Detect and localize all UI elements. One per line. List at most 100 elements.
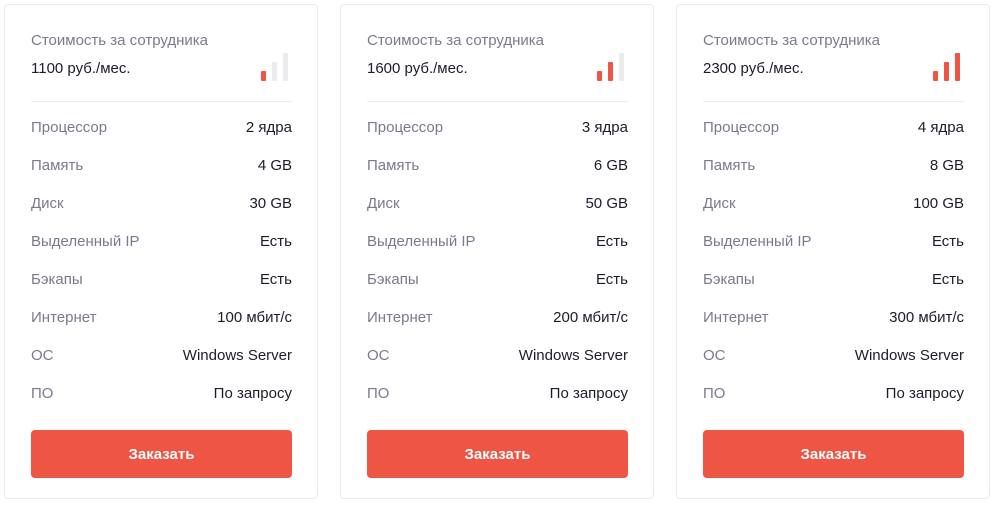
spec-value: Есть: [931, 271, 964, 288]
spec-label: Выделенный IP: [703, 233, 812, 250]
spec-value: Есть: [931, 233, 964, 250]
order-button[interactable]: Заказать: [367, 430, 628, 478]
spec-row-internet: Интернет 200 мбит/с: [367, 309, 628, 329]
spec-row-memory: Память 8 GB: [703, 157, 964, 177]
spec-row-os: ОС Windows Server: [31, 347, 292, 367]
plan-price: 2300 руб./мес.: [703, 60, 804, 77]
spec-label: Процессор: [367, 119, 444, 136]
signal-bar: [944, 62, 949, 81]
spec-value: Есть: [259, 271, 292, 288]
spec-row-software: ПО По запросу: [31, 385, 292, 405]
signal-bar: [619, 53, 624, 81]
spec-row-software: ПО По запросу: [703, 385, 964, 405]
spec-value: 6 GB: [593, 157, 628, 174]
spec-row-dedicated-ip: Выделенный IP Есть: [367, 233, 628, 253]
plan-card: Стоимость за сотрудника 2300 руб./мес. П…: [676, 4, 990, 499]
spec-row-memory: Память 4 GB: [31, 157, 292, 177]
spec-row-cpu: Процессор 2 ядра: [31, 119, 292, 139]
spec-label: Бэкапы: [367, 271, 419, 288]
divider: [703, 101, 964, 102]
cost-label: Стоимость за сотрудника: [31, 32, 209, 49]
spec-label: ПО: [31, 385, 54, 402]
spec-label: ПО: [703, 385, 726, 402]
spec-label: ОС: [703, 347, 726, 364]
signal-bar: [283, 53, 288, 81]
spec-value: Есть: [595, 233, 628, 250]
signal-bar: [933, 71, 938, 81]
divider: [31, 101, 292, 102]
signal-bar: [955, 53, 960, 81]
signal-level-icon: [261, 53, 293, 81]
order-button[interactable]: Заказать: [31, 430, 292, 478]
plan-price: 1600 руб./мес.: [367, 60, 468, 77]
spec-label: Интернет: [703, 309, 769, 326]
spec-row-memory: Память 6 GB: [367, 157, 628, 177]
spec-row-internet: Интернет 100 мбит/с: [31, 309, 292, 329]
spec-value: 2 ядра: [245, 119, 292, 136]
spec-value: Есть: [595, 271, 628, 288]
spec-row-disk: Диск 30 GB: [31, 195, 292, 215]
spec-value: Windows Server: [518, 347, 628, 364]
spec-label: ОС: [31, 347, 54, 364]
spec-value: Есть: [259, 233, 292, 250]
spec-row-internet: Интернет 300 мбит/с: [703, 309, 964, 329]
spec-label: Диск: [31, 195, 64, 212]
spec-value: По запросу: [549, 385, 628, 402]
plan-price: 1100 руб./мес.: [31, 60, 131, 77]
spec-value: 100 мбит/с: [217, 309, 292, 326]
pricing-cards: Стоимость за сотрудника 1100 руб./мес. П…: [0, 0, 994, 505]
signal-bar: [608, 62, 613, 81]
signal-level-icon: [597, 53, 629, 81]
spec-label: Память: [31, 157, 84, 174]
spec-value: 30 GB: [249, 195, 292, 212]
spec-value: 4 ядра: [917, 119, 964, 136]
spec-label: Память: [367, 157, 420, 174]
spec-label: Бэкапы: [703, 271, 755, 288]
cost-label: Стоимость за сотрудника: [703, 32, 881, 49]
plan-card: Стоимость за сотрудника 1100 руб./мес. П…: [4, 4, 318, 499]
signal-level-icon: [933, 53, 965, 81]
spec-row-disk: Диск 50 GB: [367, 195, 628, 215]
spec-label: Процессор: [703, 119, 780, 136]
spec-row-cpu: Процессор 3 ядра: [367, 119, 628, 139]
spec-label: Процессор: [31, 119, 108, 136]
spec-label: Интернет: [367, 309, 433, 326]
spec-row-dedicated-ip: Выделенный IP Есть: [703, 233, 964, 253]
spec-value: 300 мбит/с: [889, 309, 964, 326]
spec-value: 200 мбит/с: [553, 309, 628, 326]
spec-value: 8 GB: [929, 157, 964, 174]
spec-label: Диск: [367, 195, 400, 212]
cost-label: Стоимость за сотрудника: [367, 32, 545, 49]
spec-row-software: ПО По запросу: [367, 385, 628, 405]
spec-label: Память: [703, 157, 756, 174]
spec-value: 3 ядра: [581, 119, 628, 136]
spec-row-os: ОС Windows Server: [367, 347, 628, 367]
spec-row-os: ОС Windows Server: [703, 347, 964, 367]
spec-label: ОС: [367, 347, 390, 364]
order-button[interactable]: Заказать: [703, 430, 964, 478]
spec-value: Windows Server: [854, 347, 964, 364]
spec-row-cpu: Процессор 4 ядра: [703, 119, 964, 139]
spec-value: 4 GB: [257, 157, 292, 174]
signal-bar: [261, 71, 266, 81]
spec-value: По запросу: [885, 385, 964, 402]
spec-label: ПО: [367, 385, 390, 402]
spec-label: Выделенный IP: [31, 233, 140, 250]
signal-bar: [597, 71, 602, 81]
spec-label: Бэкапы: [31, 271, 83, 288]
spec-label: Интернет: [31, 309, 97, 326]
spec-value: Windows Server: [182, 347, 292, 364]
spec-value: 100 GB: [913, 195, 964, 212]
spec-value: 50 GB: [585, 195, 628, 212]
spec-row-dedicated-ip: Выделенный IP Есть: [31, 233, 292, 253]
spec-label: Диск: [703, 195, 736, 212]
spec-row-backups: Бэкапы Есть: [367, 271, 628, 291]
spec-row-backups: Бэкапы Есть: [703, 271, 964, 291]
spec-value: По запросу: [213, 385, 292, 402]
signal-bar: [272, 62, 277, 81]
spec-row-backups: Бэкапы Есть: [31, 271, 292, 291]
divider: [367, 101, 628, 102]
spec-label: Выделенный IP: [367, 233, 476, 250]
plan-card: Стоимость за сотрудника 1600 руб./мес. П…: [340, 4, 654, 499]
spec-row-disk: Диск 100 GB: [703, 195, 964, 215]
